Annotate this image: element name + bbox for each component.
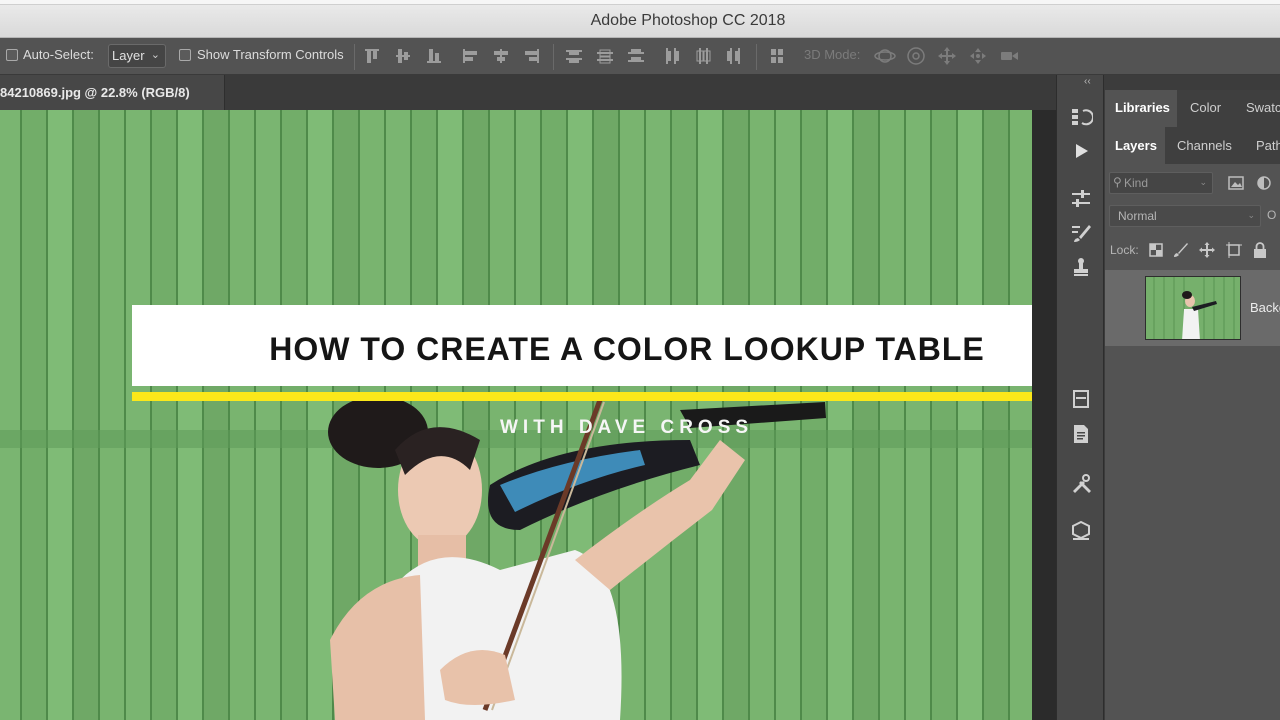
tab-swatches[interactable]: Swatc (1246, 100, 1280, 115)
lock-position-icon[interactable] (1198, 241, 1216, 259)
options-bar: Auto-Select: Layer ⌄ Show Transform Cont… (0, 38, 1280, 75)
align-top-icon[interactable] (360, 44, 384, 68)
auto-select-checkbox[interactable] (6, 49, 18, 61)
collapse-panels-icon[interactable]: ‹‹ (1084, 76, 1091, 87)
document-tab-label: 84210869.jpg @ 22.8% (RGB/8) (0, 85, 190, 100)
layer-row-background[interactable]: Backg (1105, 270, 1280, 346)
panels-dock: Libraries Color Swatc Layers Channels Pa… (1105, 90, 1280, 720)
layer-filter-kind-select[interactable]: ⚲ Kind ⌄ (1109, 172, 1213, 194)
overlay-title: HOW TO CREATE A COLOR LOOKUP TABLE (269, 331, 985, 367)
lock-all-icon[interactable] (1251, 241, 1269, 259)
tab-layers[interactable]: Layers (1115, 138, 1157, 153)
notes-icon[interactable] (1069, 422, 1093, 446)
distribute-bottom-icon[interactable] (624, 44, 648, 68)
tool-presets-icon[interactable] (1069, 471, 1093, 495)
distribute-left-icon[interactable] (660, 44, 684, 68)
align-right-icon[interactable] (520, 44, 544, 68)
scale-3d-icon[interactable] (997, 44, 1021, 68)
separator (354, 44, 355, 70)
show-transform-label: Show Transform Controls (197, 47, 344, 62)
align-vertical-center-icon[interactable] (391, 44, 415, 68)
photo-image (0, 110, 1032, 720)
layers-tab-row: Layers Channels Path (1105, 127, 1280, 164)
search-icon: ⚲ (1113, 175, 1122, 189)
title-overlay-box: HOW TO CREATE A COLOR LOOKUP TABLE (132, 305, 1032, 386)
panel-icon-column (1056, 75, 1104, 720)
tab-libraries[interactable]: Libraries (1115, 100, 1170, 115)
align-horizontal-center-icon[interactable] (489, 44, 513, 68)
filter-pixel-icon[interactable] (1227, 174, 1245, 192)
auto-select-label: Auto-Select: (23, 47, 94, 62)
lock-image-pixels-icon[interactable] (1172, 241, 1190, 259)
distribute-top-icon[interactable] (562, 44, 586, 68)
overlay-subtitle: WITH DAVE CROSS (500, 417, 754, 438)
3d-icon[interactable] (1069, 519, 1093, 543)
tab-color[interactable]: Color (1190, 100, 1221, 115)
tab-channels[interactable]: Channels (1177, 138, 1232, 153)
document-tab[interactable]: 84210869.jpg @ 22.8% (RGB/8) (0, 75, 225, 110)
brush-settings-icon[interactable] (1069, 221, 1093, 245)
accent-underline (132, 392, 1032, 401)
lock-artboard-icon[interactable] (1225, 241, 1243, 259)
auto-select-value: Layer (112, 48, 145, 63)
layer-name: Backg (1250, 300, 1280, 315)
separator (756, 44, 757, 70)
tab-paths[interactable]: Path (1256, 138, 1280, 153)
auto-select-dropdown[interactable]: Layer ⌄ (108, 44, 166, 68)
menu-bar-strip (0, 0, 1280, 5)
chevron-down-icon: ⌄ (150, 49, 160, 61)
lock-transparent-pixels-icon[interactable] (1147, 241, 1165, 259)
distribute-vcenter-icon[interactable] (593, 44, 617, 68)
document-canvas[interactable]: HOW TO CREATE A COLOR LOOKUP TABLE WITH … (0, 110, 1032, 720)
pan-3d-icon[interactable] (935, 44, 959, 68)
canvas-scroll-gutter (1032, 110, 1056, 720)
layer-thumbnail (1145, 276, 1241, 340)
filter-adjustment-icon[interactable] (1255, 174, 1273, 192)
opacity-label: O (1267, 208, 1277, 222)
properties-icon[interactable] (1069, 387, 1093, 411)
align-bottom-icon[interactable] (422, 44, 446, 68)
layers-empty-area (1105, 346, 1280, 720)
document-tab-bar: 84210869.jpg @ 22.8% (RGB/8) (0, 75, 1056, 110)
blend-mode-select[interactable]: Normal ⌄ (1109, 205, 1261, 227)
3d-mode-label: 3D Mode: (804, 47, 861, 62)
orbit-3d-icon[interactable] (873, 44, 897, 68)
lock-label: Lock: (1110, 243, 1139, 257)
app-title: Adobe Photoshop CC 2018 (590, 12, 786, 29)
window-title-bar: Adobe Photoshop CC 2018 (0, 0, 1280, 38)
blend-mode-value: Normal (1118, 209, 1157, 223)
chevron-down-icon: ⌄ (1199, 177, 1207, 187)
slide-3d-icon[interactable] (966, 44, 990, 68)
auto-align-icon[interactable] (765, 44, 789, 68)
clone-source-icon[interactable] (1069, 255, 1093, 279)
align-left-icon[interactable] (458, 44, 482, 68)
chevron-down-icon: ⌄ (1247, 210, 1255, 220)
libraries-tab-row: Libraries Color Swatc (1105, 90, 1280, 127)
actions-play-icon[interactable] (1069, 139, 1093, 163)
roll-3d-icon[interactable] (904, 44, 928, 68)
distribute-hcenter-icon[interactable] (691, 44, 715, 68)
distribute-right-icon[interactable] (722, 44, 746, 68)
separator (553, 44, 554, 70)
adjustments-icon[interactable] (1069, 187, 1093, 211)
history-icon[interactable] (1069, 105, 1095, 129)
filter-kind-label: Kind (1124, 176, 1149, 190)
show-transform-checkbox[interactable] (179, 49, 191, 61)
